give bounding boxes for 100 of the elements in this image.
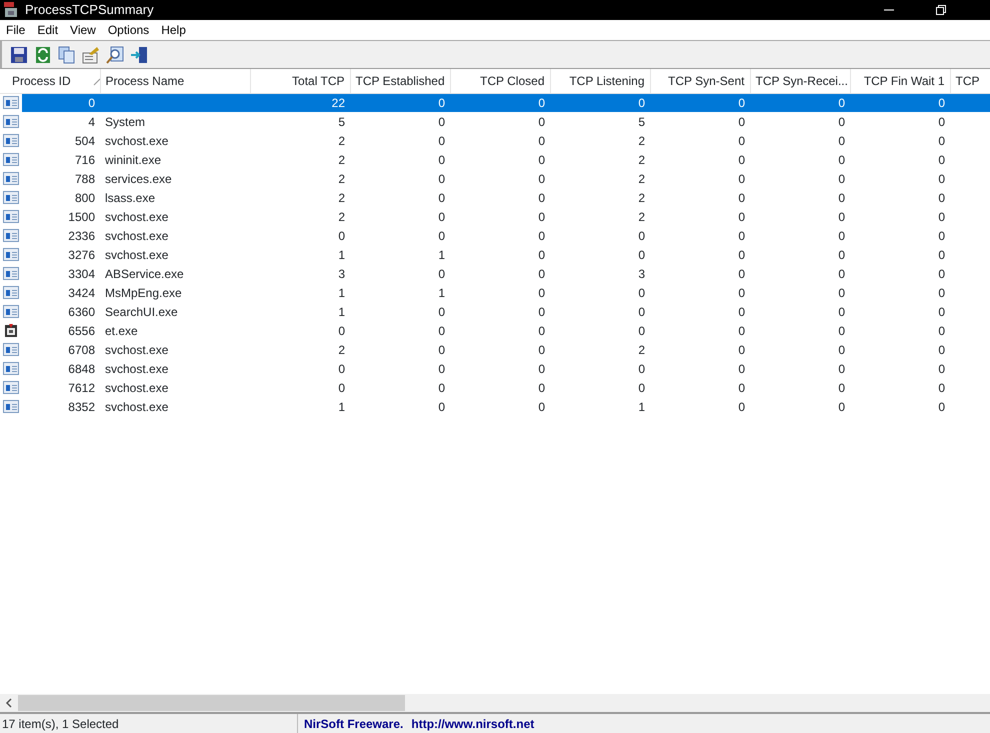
count-value: 0 <box>738 134 745 148</box>
window-title: ProcessTCPSummary <box>25 1 154 20</box>
process-name: lsass.exe <box>105 190 156 204</box>
count-value: 0 <box>538 266 545 280</box>
count-value: 0 <box>738 172 745 186</box>
count-value: 1 <box>638 400 645 414</box>
refresh-button[interactable] <box>34 46 52 64</box>
count-value: 1 <box>338 304 345 318</box>
selected-row-cell[interactable]: 0 <box>22 93 100 112</box>
process-id: 3304 <box>68 266 95 280</box>
count-value: 1 <box>338 286 345 300</box>
count-value: 0 <box>438 342 445 356</box>
app-logo-icon <box>3 2 19 18</box>
count-value: 0 <box>738 114 745 128</box>
count-value: 0 <box>438 266 445 280</box>
process-name: System <box>105 114 146 128</box>
process-name: SearchUI.exe <box>105 304 178 318</box>
process-id: 7612 <box>68 380 95 394</box>
process-name: svchost.exe <box>105 380 168 394</box>
column-header[interactable]: Total TCP <box>250 69 350 93</box>
count-value: 0 <box>438 172 445 186</box>
menu-item[interactable]: File <box>0 21 32 39</box>
count-value: 0 <box>538 248 545 262</box>
scrollbar-thumb[interactable] <box>18 695 405 711</box>
selected-row-cell[interactable]: 0 <box>850 93 950 112</box>
process-id: 2336 <box>68 228 95 242</box>
count-value: 5 <box>638 114 645 128</box>
selected-row-cell[interactable]: 0 <box>550 93 650 112</box>
application-icon <box>3 229 19 242</box>
menu-item[interactable]: Help <box>155 21 192 39</box>
column-header[interactable]: TCP Established <box>350 69 450 93</box>
count-value: 0 <box>638 228 645 242</box>
process-name: services.exe <box>105 172 172 186</box>
process-name: svchost.exe <box>105 228 168 242</box>
count-value: 0 <box>438 114 445 128</box>
count-value: 0 <box>838 228 845 242</box>
column-header[interactable]: TCP Closed <box>450 69 550 93</box>
column-header[interactable]: TCP Listening <box>550 69 650 93</box>
sort-icon <box>92 78 99 86</box>
count-value: 5 <box>338 114 345 128</box>
count-value: 0 <box>838 304 845 318</box>
menu-item[interactable]: Options <box>102 21 156 39</box>
count-value: 0 <box>938 304 945 318</box>
count-value: 2 <box>638 190 645 204</box>
column-header[interactable]: TCP Syn-Sent <box>650 69 750 93</box>
count-value: 0 <box>938 152 945 166</box>
count-value: 0 <box>838 114 845 128</box>
menu-item[interactable]: Edit <box>31 21 64 39</box>
count-value: 0 <box>538 304 545 318</box>
process-id: 6360 <box>68 304 95 318</box>
count-value: 0 <box>738 266 745 280</box>
properties-button[interactable] <box>82 46 100 64</box>
count-value: 0 <box>938 286 945 300</box>
column-header[interactable]: Process ID <box>0 69 100 93</box>
count-value: 0 <box>838 248 845 262</box>
process-id: 6848 <box>68 362 95 376</box>
count-value: 0 <box>838 362 845 376</box>
count-value: 0 <box>938 228 945 242</box>
column-header[interactable]: TCP Syn-Recei... <box>750 69 850 93</box>
count-value: 2 <box>638 210 645 224</box>
count-value: 0 <box>538 134 545 148</box>
selected-row-cell[interactable]: 0 <box>650 93 750 112</box>
count-value: 0 <box>938 210 945 224</box>
count-value: 0 <box>538 190 545 204</box>
column-header[interactable]: TCP <box>950 69 990 93</box>
refresh-icon <box>34 46 52 64</box>
package-icon <box>3 324 19 337</box>
application-icon <box>3 115 19 128</box>
count-value: 2 <box>338 172 345 186</box>
selected-row-cell[interactable]: 22 <box>250 93 350 112</box>
copy-button[interactable] <box>58 46 76 64</box>
selected-row-cell[interactable]: 0 <box>350 93 450 112</box>
column-header[interactable]: Process Name <box>100 69 250 93</box>
application-icon <box>3 210 19 223</box>
process-name: svchost.exe <box>105 134 168 148</box>
credit-text: NirSoft Freeware. <box>303 716 404 732</box>
count-value: 0 <box>538 152 545 166</box>
search-button[interactable] <box>106 46 124 64</box>
copy-icon <box>58 46 76 64</box>
menu-item[interactable]: View <box>64 21 102 39</box>
count-value: 0 <box>638 96 645 110</box>
count-value: 0 <box>738 228 745 242</box>
exit-button[interactable] <box>130 46 148 64</box>
website-link[interactable]: http://www.nirsoft.net <box>411 714 534 732</box>
column-header[interactable]: TCP Fin Wait 1 <box>850 69 950 93</box>
save-button[interactable] <box>10 46 28 64</box>
count-value: 0 <box>838 286 845 300</box>
count-value: 0 <box>838 96 845 110</box>
count-value: 0 <box>638 324 645 338</box>
count-value: 0 <box>538 362 545 376</box>
process-name: svchost.exe <box>105 400 168 414</box>
count-value: 0 <box>538 96 545 110</box>
count-value: 0 <box>338 324 345 338</box>
selected-row-cell[interactable]: 0 <box>450 93 550 112</box>
count-value: 1 <box>338 248 345 262</box>
process-id: 8352 <box>68 400 95 414</box>
count-value: 2 <box>338 152 345 166</box>
selected-row-cell[interactable]: 0 <box>750 93 850 112</box>
count-value: 0 <box>438 190 445 204</box>
count-value: 3 <box>638 266 645 280</box>
